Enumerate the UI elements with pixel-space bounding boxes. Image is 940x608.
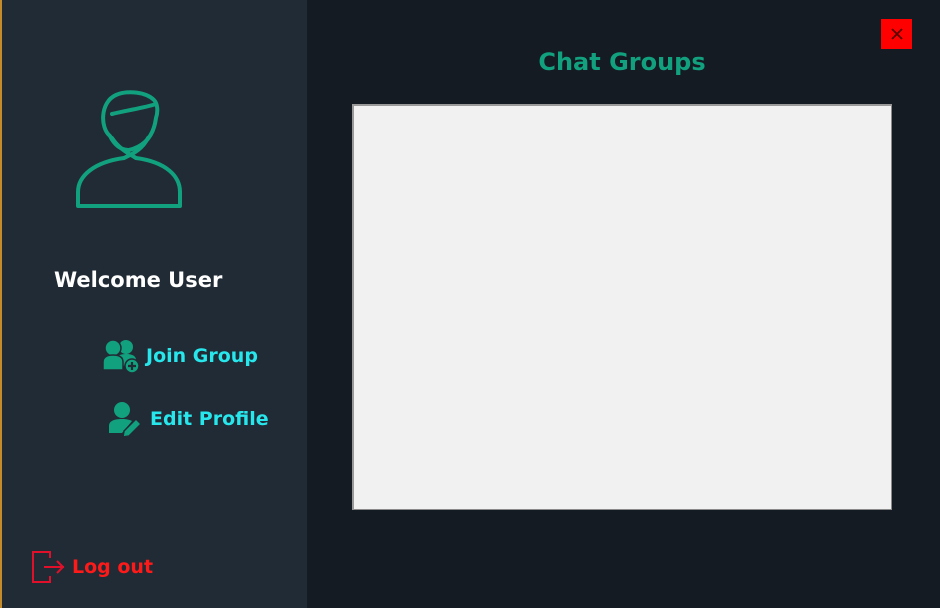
sidebar-item-join-group[interactable]: Join Group (102, 338, 258, 374)
logout-button[interactable]: Log out (30, 550, 153, 584)
chat-groups-list[interactable] (352, 104, 892, 510)
add-group-icon (102, 338, 142, 374)
logout-label: Log out (72, 556, 154, 578)
sidebar-item-edit-profile[interactable]: Edit Profile (106, 401, 269, 438)
sidebar: Welcome User Join Group Edit Profile Log… (0, 0, 307, 608)
logout-icon (30, 550, 66, 584)
edit-user-icon (106, 401, 146, 438)
sidebar-item-label: Edit Profile (150, 408, 269, 430)
app-window: Welcome User Join Group Edit Profile Log… (0, 0, 940, 608)
page-title: Chat Groups (538, 48, 706, 76)
user-avatar-icon (72, 88, 186, 212)
sidebar-item-label: Join Group (146, 345, 258, 367)
welcome-text: Welcome User (54, 268, 223, 292)
close-button[interactable] (881, 19, 912, 49)
close-icon (890, 27, 904, 41)
